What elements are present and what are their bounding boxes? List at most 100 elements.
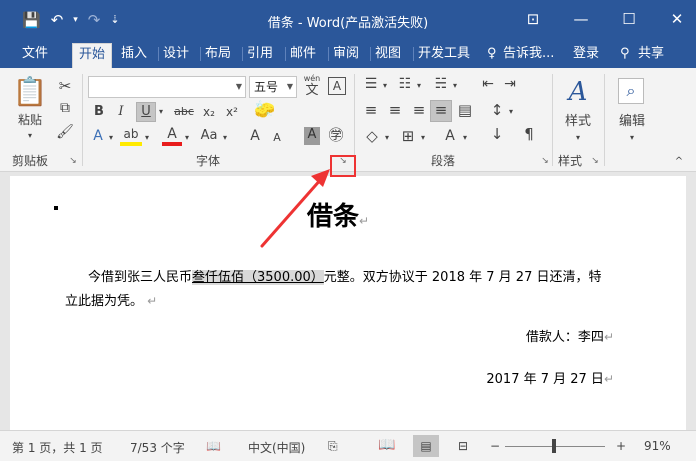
minimize-button[interactable]: —	[572, 9, 590, 29]
clipboard-dialog-launcher-icon[interactable]: ↘	[68, 156, 78, 166]
maximize-button[interactable]: ☐	[620, 9, 638, 29]
font-color-icon[interactable]: A	[162, 126, 182, 146]
chevron-down-icon[interactable]: ▾	[382, 130, 392, 146]
enclose-characters-icon[interactable]: ㊫	[326, 127, 346, 143]
chevron-down-icon[interactable]: ▼	[236, 77, 242, 97]
borrower-signature[interactable]: 借款人：李四↵	[526, 326, 614, 345]
line-spacing-icon[interactable]: ↕	[488, 102, 506, 118]
bold-button[interactable]: B	[90, 104, 108, 120]
tab-mailings[interactable]: 邮件	[284, 45, 316, 63]
sign-in-link[interactable]: 登录	[573, 45, 599, 63]
text-effects-icon[interactable]: A	[88, 128, 108, 144]
format-painter-icon[interactable]: 🖌	[56, 124, 74, 140]
word-count[interactable]: 7/53 个字	[130, 439, 185, 456]
print-layout-icon[interactable]: ▤	[413, 435, 439, 457]
lightbulb-icon[interactable]: ♀	[487, 45, 497, 63]
font-name-combobox[interactable]: ▼	[88, 76, 246, 98]
share-button[interactable]: 共享	[638, 45, 664, 63]
document-title[interactable]: 借条↵	[10, 196, 666, 233]
character-border-icon[interactable]: A	[328, 77, 346, 95]
chevron-down-icon[interactable]: ▾	[106, 130, 116, 146]
align-left-icon[interactable]: ≡	[362, 102, 380, 118]
styles-dialog-launcher-icon[interactable]: ↘	[590, 156, 600, 166]
tab-review[interactable]: 审阅	[327, 45, 359, 63]
paragraph-dialog-launcher-icon[interactable]: ↘	[540, 156, 550, 166]
styles-button[interactable]: 样式	[558, 114, 598, 130]
chevron-down-icon[interactable]: ▾	[418, 130, 428, 146]
distributed-icon[interactable]: ▤	[456, 102, 474, 118]
read-mode-icon[interactable]: 📖	[378, 437, 395, 453]
clear-formatting-icon[interactable]: 🧽	[250, 102, 280, 119]
numbering-icon[interactable]: ☷	[396, 76, 414, 92]
collapse-ribbon-icon[interactable]: ^	[672, 154, 686, 170]
center-icon[interactable]: ≡	[386, 102, 404, 118]
underline-button[interactable]: U	[137, 104, 155, 120]
grow-font-icon[interactable]: A	[247, 128, 263, 144]
share-icon[interactable]: ⚲	[620, 45, 630, 63]
decrease-indent-icon[interactable]: ⇤	[478, 76, 498, 92]
chevron-down-icon[interactable]: ▾	[142, 130, 152, 146]
tab-references[interactable]: 引用	[241, 45, 273, 63]
page-count[interactable]: 第 1 页，共 1 页	[12, 439, 103, 456]
search-icon[interactable]: ⌕	[618, 78, 644, 104]
increase-indent-icon[interactable]: ⇥	[500, 76, 520, 92]
paste-button[interactable]: 粘贴	[8, 112, 52, 128]
document-area[interactable]: 借条↵ 今借到张三人民币叁仟伍佰（3500.00）元整。双方协议于 2018 年…	[0, 172, 696, 430]
tab-file[interactable]: 文件	[22, 45, 48, 63]
tab-developer[interactable]: 开发工具	[412, 45, 470, 63]
character-shading-icon[interactable]: A	[304, 127, 320, 145]
macro-icon[interactable]: ⎘	[328, 439, 338, 454]
bullets-icon[interactable]: ☰	[362, 76, 380, 92]
copy-icon[interactable]: ⧉	[56, 100, 74, 116]
show-formatting-marks-icon[interactable]: ¶	[520, 126, 538, 142]
subscript-button[interactable]: x₂	[199, 104, 219, 120]
tab-design[interactable]: 设计	[157, 45, 189, 63]
chevron-down-icon[interactable]: ▼	[287, 77, 293, 97]
body-line-2[interactable]: 立此据为凭。 ↵	[65, 290, 157, 309]
chevron-down-icon[interactable]: ▾	[572, 130, 584, 146]
close-button[interactable]: ✕	[668, 9, 686, 29]
body-line-1[interactable]: 今借到张三人民币叁仟伍佰（3500.00）元整。双方协议于 2018 年 7 月…	[88, 266, 601, 285]
paste-dropdown-icon[interactable]: ▾	[24, 128, 36, 144]
chevron-down-icon[interactable]: ▾	[460, 130, 470, 146]
tell-me-search[interactable]: 告诉我...	[503, 45, 554, 63]
phonetic-guide-icon[interactable]: wén 文	[300, 74, 324, 98]
chevron-down-icon[interactable]: ▾	[626, 130, 638, 146]
editing-button[interactable]: 编辑	[612, 114, 652, 130]
chinese-layout-icon[interactable]: A	[440, 128, 460, 144]
signature-date[interactable]: 2017 年 7 月 27 日↵	[486, 368, 614, 387]
chevron-down-icon[interactable]: ▾	[182, 130, 192, 146]
document-page[interactable]: 借条↵ 今借到张三人民币叁仟伍佰（3500.00）元整。双方协议于 2018 年…	[10, 176, 686, 430]
chevron-down-icon[interactable]: ▾	[414, 78, 424, 94]
superscript-button[interactable]: x²	[222, 104, 242, 120]
tab-insert[interactable]: 插入	[121, 45, 147, 63]
strikethrough-button[interactable]: abc	[170, 104, 198, 120]
ribbon-display-options-icon[interactable]: ⊡	[524, 9, 542, 29]
align-right-icon[interactable]: ≡	[410, 102, 428, 118]
tab-layout[interactable]: 布局	[199, 45, 231, 63]
paste-icon[interactable]: 📋	[12, 76, 48, 108]
proofing-icon[interactable]: 📖	[206, 439, 221, 453]
italic-button[interactable]: I	[112, 104, 130, 120]
web-layout-icon[interactable]: ⊟	[458, 439, 468, 453]
multilevel-list-icon[interactable]: ☵	[432, 76, 450, 92]
chevron-down-icon[interactable]: ▾	[380, 78, 390, 94]
justify-icon[interactable]: ≡	[432, 102, 450, 118]
text-highlight-color-icon[interactable]: ab	[120, 126, 142, 146]
borders-icon[interactable]: ⊞	[398, 128, 418, 144]
sort-icon[interactable]: ↓	[488, 126, 506, 142]
chevron-down-icon[interactable]: ▾	[450, 78, 460, 94]
font-size-combobox[interactable]: 五号 ▼	[249, 76, 297, 98]
styles-icon[interactable]: A	[562, 76, 594, 108]
language-indicator[interactable]: 中文(中国)	[248, 439, 305, 456]
zoom-level[interactable]: 91%	[644, 439, 671, 453]
chevron-down-icon[interactable]: ▾	[220, 130, 230, 146]
zoom-slider-thumb[interactable]	[552, 439, 556, 453]
chevron-down-icon[interactable]: ▾	[155, 104, 167, 120]
change-case-button[interactable]: Aa	[198, 128, 220, 144]
zoom-in-button[interactable]: +	[616, 439, 626, 453]
tab-home[interactable]: 开始	[72, 43, 113, 68]
shrink-font-icon[interactable]: A	[270, 130, 284, 146]
tab-view[interactable]: 视图	[369, 45, 401, 63]
cut-icon[interactable]: ✂	[56, 78, 74, 94]
